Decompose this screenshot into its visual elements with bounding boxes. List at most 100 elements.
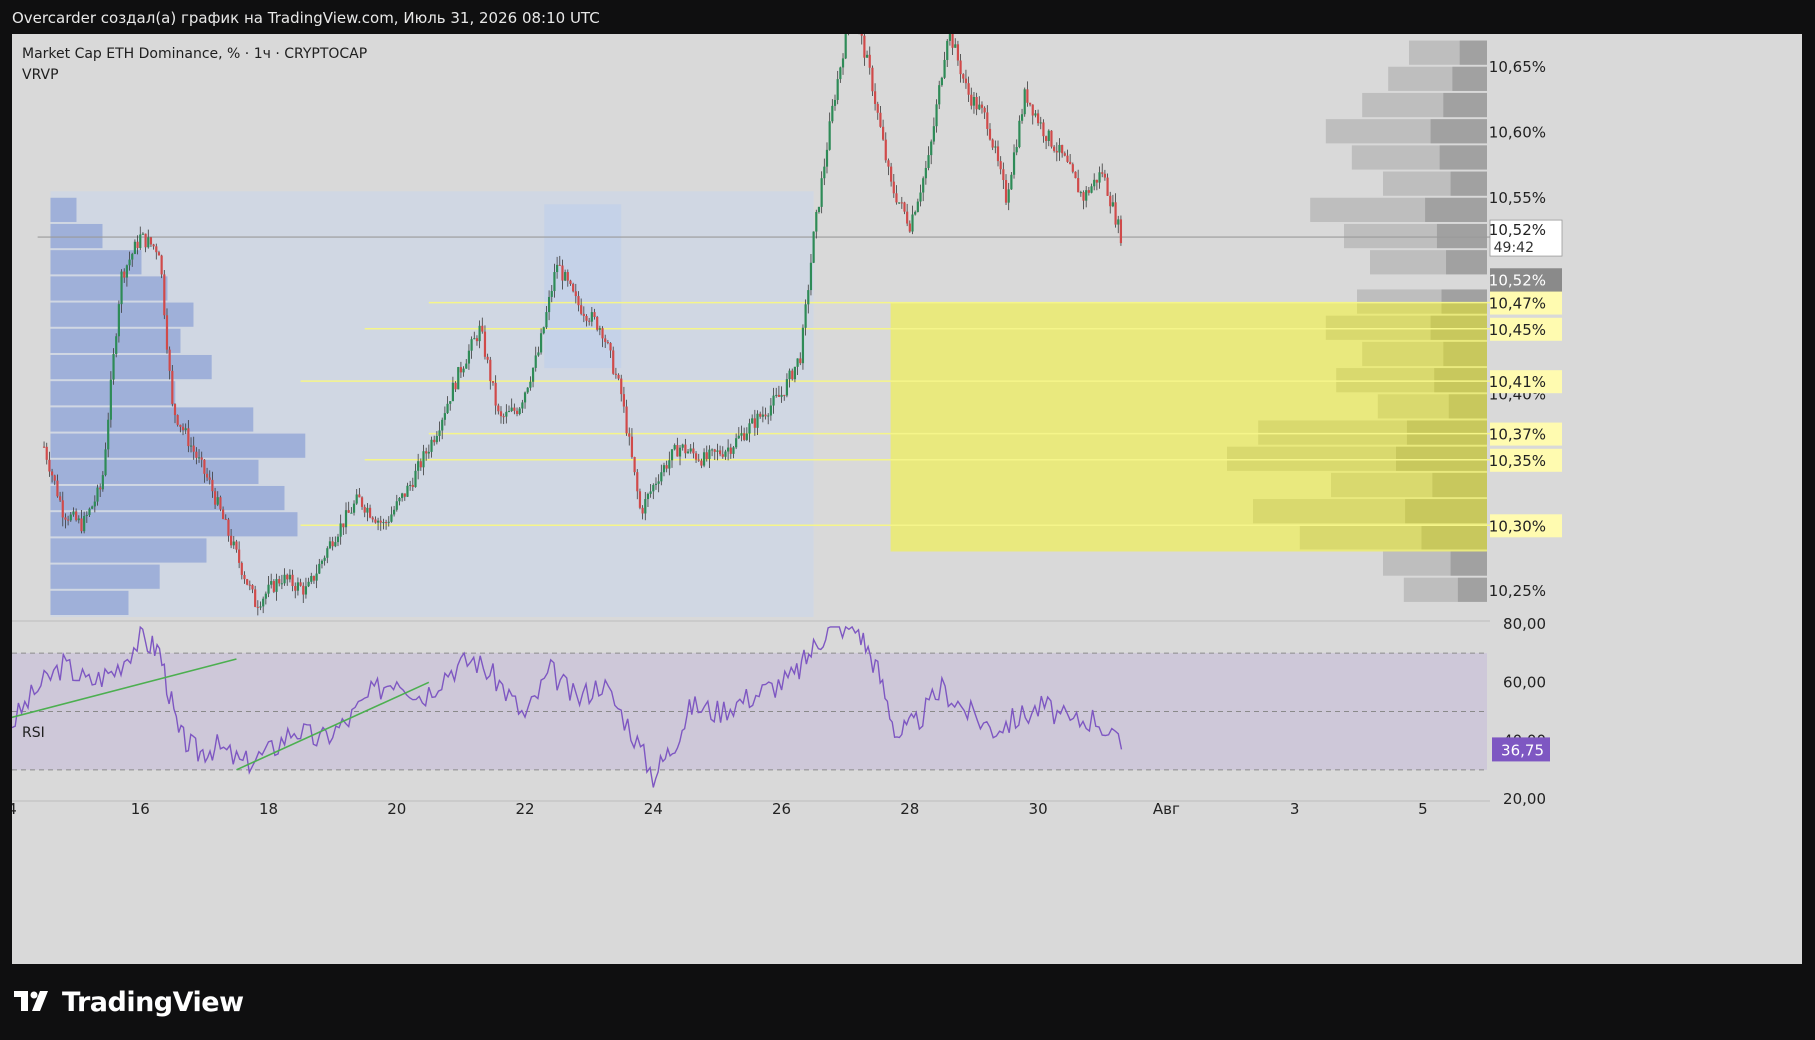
candle-up [916, 201, 919, 212]
price-axis-tick: 10,60% [1489, 123, 1546, 141]
rsi-pane-label[interactable]: RSI [22, 725, 45, 741]
candle-down [582, 313, 585, 316]
candle-down [1036, 113, 1040, 124]
candle-down [566, 272, 569, 281]
candle-down [278, 579, 281, 584]
candle-up [919, 192, 922, 202]
candle-up [972, 96, 976, 106]
candle-up [911, 214, 914, 232]
candle-up [326, 548, 329, 558]
candle-up [948, 34, 952, 41]
candle-up [1039, 122, 1042, 124]
candle-up [259, 606, 262, 608]
candle-down [53, 475, 56, 481]
candle-up [280, 583, 283, 585]
candle-down [1053, 146, 1056, 151]
candle-up [932, 126, 935, 142]
candle-up [865, 54, 869, 58]
candle-down [694, 453, 698, 460]
candle-up [427, 451, 430, 454]
tradingview-logo: TradingView [14, 984, 244, 1020]
vrvp-right-bar-up [1450, 551, 1487, 576]
candle-down [489, 359, 492, 382]
current-price-label: 10,52% [1489, 221, 1546, 239]
candle-up [507, 410, 511, 412]
candle-up [780, 394, 783, 397]
symbol-title[interactable]: Market Cap ETH Dominance, % · 1ч · CRYPT… [22, 44, 367, 65]
candle-down [601, 328, 604, 339]
candle-down [959, 60, 962, 75]
candle-down [187, 428, 190, 447]
candle-up [833, 99, 837, 106]
candle-down [173, 403, 177, 416]
candle-up [844, 34, 847, 59]
candle-up [831, 105, 834, 122]
candle-down [64, 517, 67, 520]
candle-up [775, 394, 778, 396]
candle-down [363, 506, 366, 513]
candle-down [871, 67, 874, 92]
candle-up [184, 428, 187, 431]
candle-up [935, 104, 938, 127]
candle-up [710, 449, 714, 451]
candle-down [136, 241, 139, 248]
candle-up [505, 411, 508, 417]
candle-down [908, 223, 911, 232]
candle-down [1095, 179, 1098, 183]
candle-up [270, 581, 273, 585]
vrvp-bar [50, 459, 259, 484]
candle-down [887, 160, 890, 167]
candle-up [839, 67, 842, 80]
candle-down [312, 575, 316, 581]
candle-up [1034, 113, 1037, 116]
vrvp-bar [50, 485, 285, 511]
candle-down [906, 211, 909, 224]
candle-down [99, 487, 102, 490]
candle-up [262, 598, 265, 607]
candle-down [569, 280, 572, 284]
candle-up [545, 312, 548, 328]
candle-up [283, 574, 286, 584]
candle-up [1020, 114, 1024, 121]
candle-down [676, 445, 679, 457]
candle-down [67, 519, 70, 521]
candle-up [994, 146, 997, 148]
candle-up [478, 325, 481, 342]
candle-up [660, 472, 663, 482]
candle-down [58, 496, 62, 501]
candle-up [139, 234, 142, 248]
candle-up [681, 444, 684, 448]
candle-up [435, 435, 438, 443]
candle-up [954, 44, 957, 48]
vrvp-right-bar-up [1425, 197, 1487, 222]
candle-down [1087, 190, 1090, 193]
candle-down [719, 450, 722, 455]
candle-down [868, 54, 871, 68]
candle-down [459, 367, 463, 373]
candle-down [227, 519, 230, 536]
indicator-vrvp-label[interactable]: VRVP [22, 65, 367, 86]
candle-down [983, 107, 986, 113]
x-axis-tick: 4 [12, 800, 17, 818]
candle-down [497, 405, 500, 412]
candle-down [246, 579, 249, 585]
candle-up [745, 433, 748, 440]
candle-up [564, 272, 567, 281]
tradingview-logo-icon [14, 991, 48, 1011]
candle-down [499, 411, 503, 417]
candle-down [45, 446, 48, 460]
x-axis-tick: 28 [900, 800, 919, 818]
candle-down [144, 233, 147, 248]
candle-down [636, 472, 639, 492]
candle-up [809, 262, 813, 291]
candle-down [42, 446, 46, 448]
candle-down [1082, 192, 1085, 201]
candle-up [756, 413, 759, 428]
candle-up [443, 413, 446, 420]
candle-down [783, 394, 786, 396]
candle-down [890, 166, 893, 182]
candle-down [903, 202, 906, 212]
candle-up [521, 402, 524, 409]
candle-up [652, 484, 655, 492]
price-chart[interactable]: 10,65%10,60%10,55%10,40%10,25%10,52%49:4… [12, 34, 1802, 964]
